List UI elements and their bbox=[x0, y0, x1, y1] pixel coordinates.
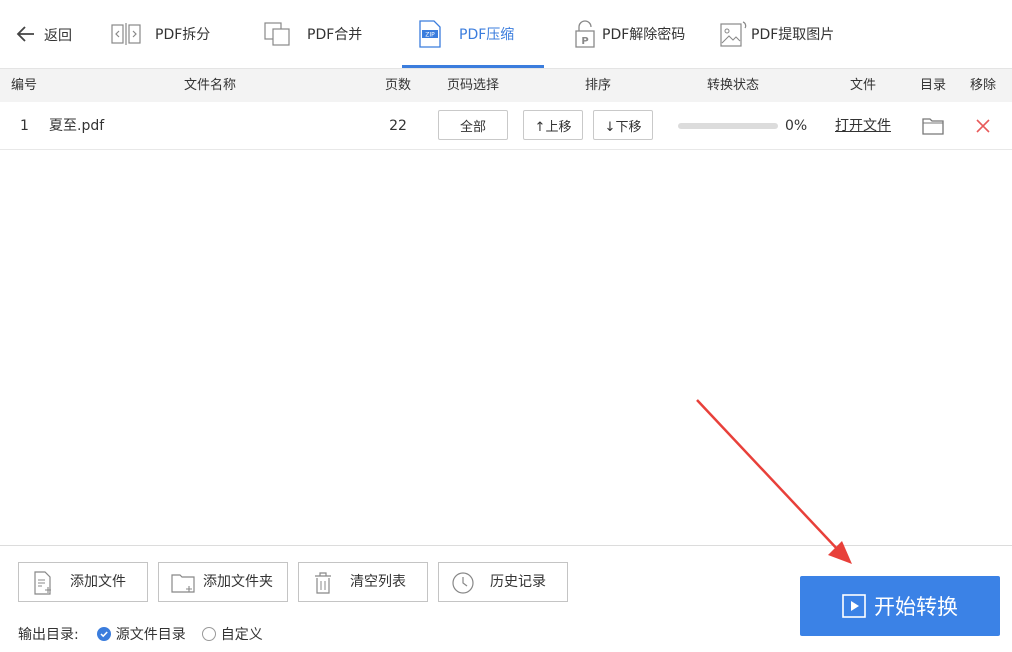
row-index: 1 bbox=[20, 118, 29, 134]
radio-unchecked-icon bbox=[201, 627, 216, 641]
tab-label: PDF提取图片 bbox=[751, 27, 835, 43]
conversion-progress-bar bbox=[678, 123, 778, 129]
radio-source-directory[interactable]: 源文件目录 bbox=[96, 624, 186, 644]
column-header-status: 转换状态 bbox=[706, 78, 759, 93]
table-header: 编号 文件名称 页数 页码选择 排序 转换状态 文件 目录 移除 bbox=[0, 68, 1012, 102]
column-header-page-select: 页码选择 bbox=[446, 78, 499, 93]
svg-text:ZIP: ZIP bbox=[425, 32, 435, 39]
output-dir-label: 输出目录: bbox=[18, 627, 79, 643]
radio-custom-directory[interactable]: 自定义 bbox=[201, 624, 263, 644]
unlock-icon: P bbox=[570, 19, 600, 49]
tab-label: PDF压缩 bbox=[459, 27, 515, 43]
play-icon bbox=[842, 594, 866, 618]
column-header-index: 编号 bbox=[10, 78, 37, 93]
add-file-label: 添加文件 bbox=[70, 574, 126, 590]
column-header-remove: 移除 bbox=[969, 78, 996, 93]
column-header-sort: 排序 bbox=[584, 78, 611, 93]
move-up-button[interactable]: ↑上移 bbox=[523, 110, 583, 140]
column-header-file: 文件 bbox=[849, 78, 876, 93]
tab-pdf-compress[interactable]: ZIP PDF压缩 bbox=[415, 0, 514, 68]
open-file-link[interactable]: 打开文件 bbox=[835, 102, 891, 150]
clear-list-label: 清空列表 bbox=[350, 574, 406, 590]
radio-source-label: 源文件目录 bbox=[115, 627, 186, 643]
merge-icon bbox=[263, 19, 293, 49]
row-pages: 22 bbox=[389, 118, 407, 134]
top-toolbar: 返回 PDF拆分 PDF合并 ZIP PDF压缩 P PDF解除密码 PDF提取… bbox=[0, 0, 1012, 68]
add-file-button[interactable]: 添加文件 bbox=[18, 562, 148, 602]
column-header-filename: 文件名称 bbox=[183, 78, 236, 93]
move-down-button[interactable]: ↓下移 bbox=[593, 110, 653, 140]
tab-label: PDF解除密码 bbox=[602, 27, 686, 43]
table-row: 1 夏至.pdf 22 全部 ↑上移 ↓下移 0% 打开文件 bbox=[0, 102, 1012, 150]
close-icon bbox=[976, 119, 990, 133]
add-folder-label: 添加文件夹 bbox=[203, 574, 273, 590]
open-folder-button[interactable] bbox=[922, 116, 944, 138]
history-label: 历史记录 bbox=[490, 574, 546, 590]
remove-row-button[interactable] bbox=[975, 118, 991, 134]
start-conversion-button[interactable]: 开始转换 bbox=[800, 576, 1000, 636]
column-header-pages: 页数 bbox=[384, 78, 411, 93]
column-header-directory: 目录 bbox=[919, 78, 946, 93]
zip-icon: ZIP bbox=[415, 19, 445, 49]
tab-pdf-merge[interactable]: PDF合并 bbox=[263, 0, 362, 68]
svg-text:P: P bbox=[581, 36, 588, 47]
row-filename: 夏至.pdf bbox=[49, 118, 105, 134]
back-arrow-icon bbox=[16, 26, 34, 42]
back-button[interactable]: 返回 bbox=[14, 22, 72, 46]
tab-label: PDF合并 bbox=[307, 27, 363, 43]
radio-checked-icon bbox=[96, 627, 111, 641]
tab-pdf-split[interactable]: PDF拆分 bbox=[111, 0, 210, 68]
image-extract-icon bbox=[719, 19, 749, 49]
tab-pdf-extract-images[interactable]: PDF提取图片 bbox=[719, 0, 834, 68]
clear-list-button[interactable]: 清空列表 bbox=[298, 562, 428, 602]
history-button[interactable]: 历史记录 bbox=[438, 562, 568, 602]
progress-text: 0% bbox=[785, 118, 808, 134]
split-icon bbox=[111, 19, 141, 49]
output-directory-selector: 输出目录: 源文件目录 自定义 bbox=[18, 624, 263, 644]
tab-label: PDF拆分 bbox=[155, 27, 211, 43]
radio-custom-label: 自定义 bbox=[220, 627, 263, 643]
start-conversion-label: 开始转换 bbox=[874, 595, 958, 619]
tab-pdf-unlock[interactable]: P PDF解除密码 bbox=[570, 0, 685, 68]
page-select-button[interactable]: 全部 bbox=[438, 110, 508, 140]
add-folder-button[interactable]: 添加文件夹 bbox=[158, 562, 288, 602]
folder-icon bbox=[922, 118, 944, 135]
back-label: 返回 bbox=[44, 28, 72, 44]
